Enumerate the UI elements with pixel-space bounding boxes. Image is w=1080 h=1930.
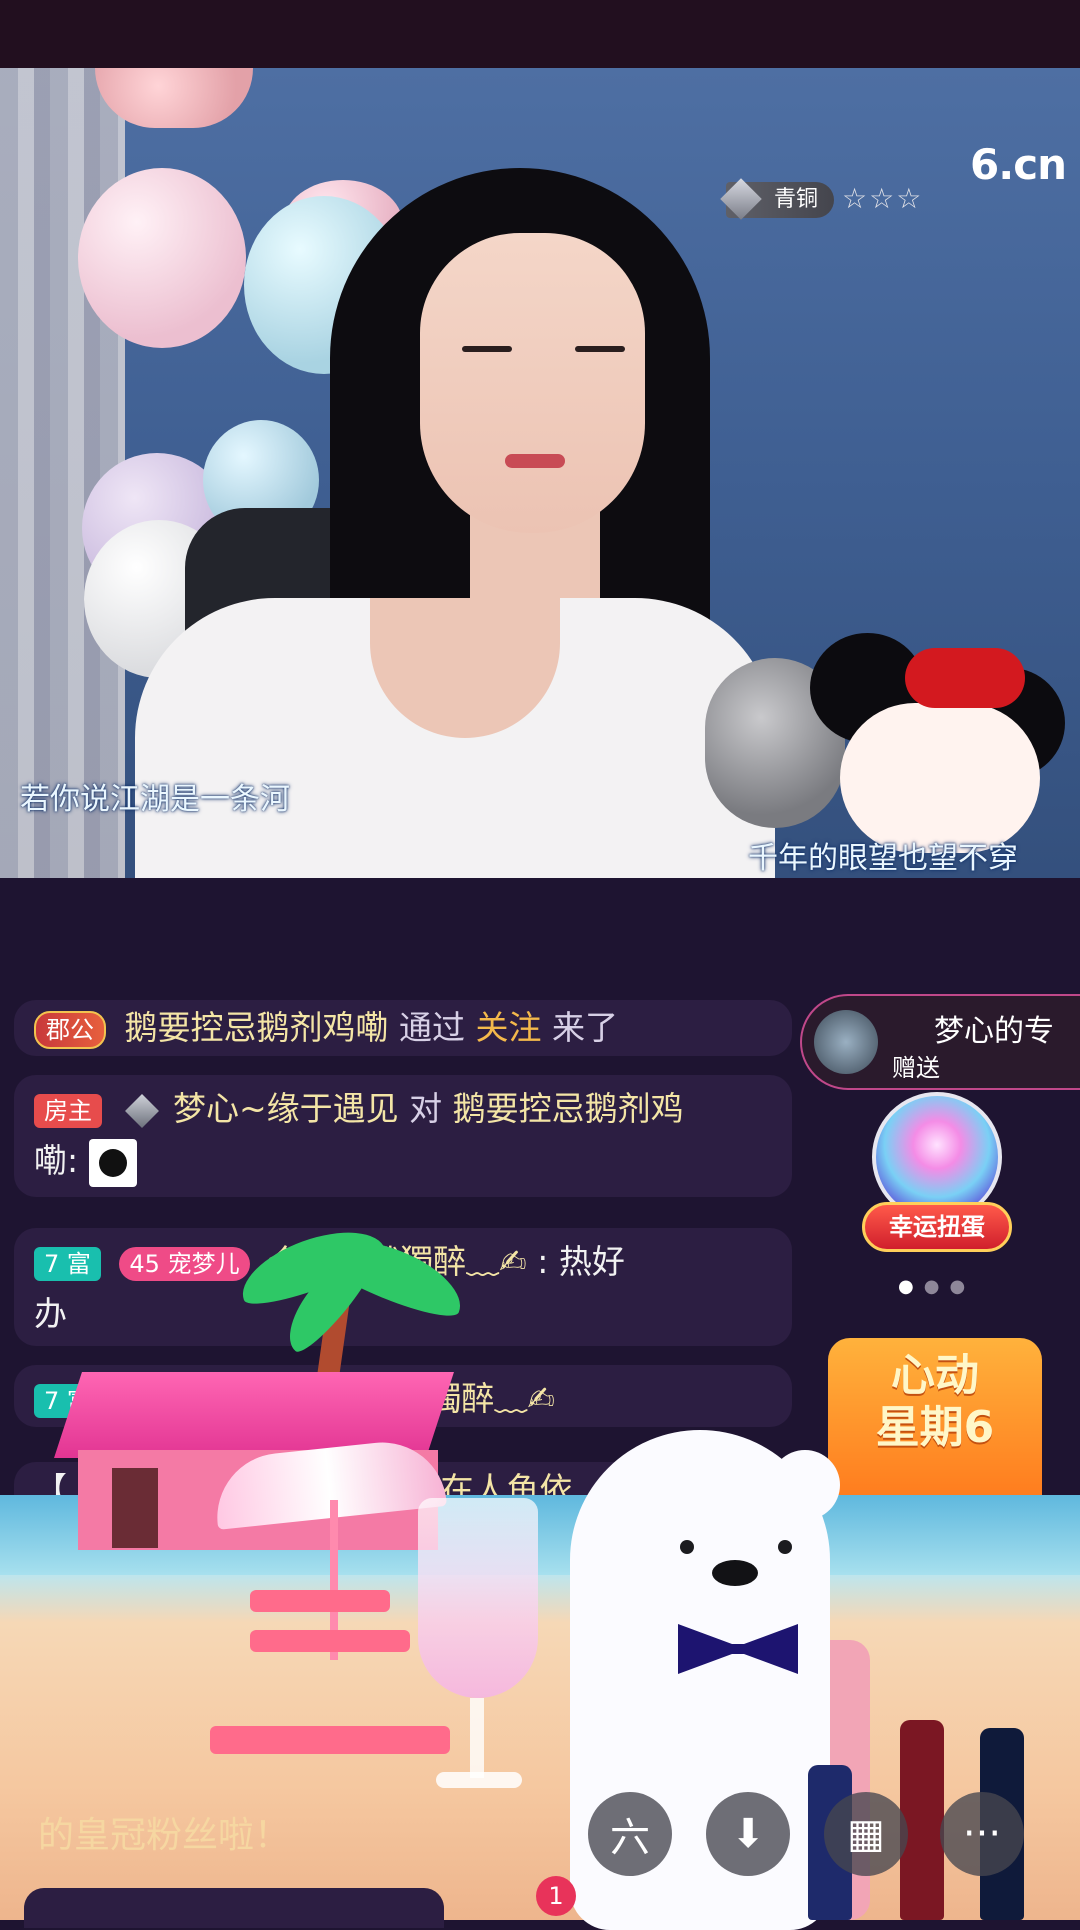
sticker-icon [88,1138,137,1187]
notification-badge: 1 [536,1876,576,1916]
live-video[interactable]: 6.cn 青铜 ☆☆☆ 若你说江湖是一条河 千年的眼望也望不穿 [0,68,1080,878]
plush-bow [905,648,1025,708]
level-stars: ☆☆☆ [842,182,924,215]
bear-nose [712,1560,758,1586]
cocktail-stem [470,1698,484,1778]
beach-hut-door [112,1468,158,1548]
anchor-level-badge: 青铜 [720,178,835,220]
chat-text: 来了 [552,1008,618,1047]
avatar[interactable] [814,1010,878,1074]
chat-target[interactable]: 鹅要控忌鹅剂鸡 [453,1089,684,1128]
streamer-shirt [135,598,775,878]
wealth-badge: 7 富 [34,1246,101,1281]
gift-action: 赠送 [892,1054,940,1082]
carousel-dot-active: ● [898,1276,924,1297]
fan-level: 45 [129,1249,160,1278]
chat-text: 对 [409,1089,443,1128]
chat-text: 的皇冠粉丝啦！ [38,1815,291,1856]
carousel-indicator: ●●● [898,1276,975,1297]
promo-line: 星期6 [875,1402,995,1453]
six-icon: 六 [610,1815,650,1861]
chat-message[interactable]: 房主 梦心~缘于遇见 对 鹅要控忌鹅剂鸡 嘞: [14,1075,792,1197]
beach-lounger [210,1726,450,1754]
chat-username[interactable]: 鹅要控忌鹅剂鸡嘞 [125,1008,389,1047]
more-button[interactable]: ··· [940,1792,1024,1876]
noble-badge: 郡公 [34,1010,106,1049]
chat-text: 嘞: [34,1141,79,1180]
cocktail-glass [418,1498,538,1698]
status-bar [0,0,1080,68]
bear-eye [680,1540,694,1554]
lucky-capsule-button[interactable]: 幸运扭蛋 [862,1092,1012,1262]
apps-grid-button[interactable]: ▦ [824,1792,908,1876]
chat-text: 办 [34,1294,67,1333]
streamer-face [420,233,645,533]
diamond-icon [720,178,762,220]
bear-eye [778,1540,792,1554]
chat-text: 通过 [399,1008,465,1047]
download-button[interactable]: ⬇ [706,1792,790,1876]
cocktail-base [436,1772,522,1788]
six-room-button[interactable]: 六 [588,1792,672,1876]
streamer-eye [575,346,625,352]
gift-title: 梦心的专 [934,1014,1054,1049]
carousel-dot: ● [949,1276,976,1297]
fan-badge: 45 宠梦儿 [119,1246,250,1281]
promo-banner[interactable]: 心动 星期6 [828,1338,1042,1498]
lyric-left: 若你说江湖是一条河 [20,782,290,817]
balloon [78,168,246,348]
streamer-lips [505,454,565,468]
download-icon: ⬇ [731,1811,765,1857]
more-icon: ··· [962,1811,1002,1857]
carousel-dot: ● [923,1276,950,1297]
gift-banner[interactable]: 梦心的专 赠送 [800,994,1080,1090]
fan-name: 宠梦儿 [167,1249,240,1278]
lyric-right: 千年的眼望也望不穿 [748,841,1018,876]
bottle [900,1720,944,1920]
chat-message[interactable]: 郡公 鹅要控忌鹅剂鸡嘞 通过 关注 来了 [14,1000,792,1056]
lucky-capsule-label: 幸运扭蛋 [862,1202,1012,1252]
promo-line: 心动 [891,1350,979,1401]
beach-lounger [250,1590,390,1612]
chat-action: 关注 [475,1008,542,1047]
site-logo: 6.cn [970,140,1067,189]
streamer-eye [462,346,512,352]
beach-lounger [250,1630,410,1652]
level-label: 青铜 [774,187,819,212]
grid-icon: ▦ [847,1811,885,1857]
chat-username[interactable]: 梦心~缘于遇见 [173,1089,399,1128]
chat-text: : 热好 [537,1242,625,1281]
host-badge: 房主 [34,1093,102,1128]
chat-input-bar[interactable] [24,1888,444,1928]
plush-toy [840,703,1040,853]
diamond-icon [124,1093,159,1128]
